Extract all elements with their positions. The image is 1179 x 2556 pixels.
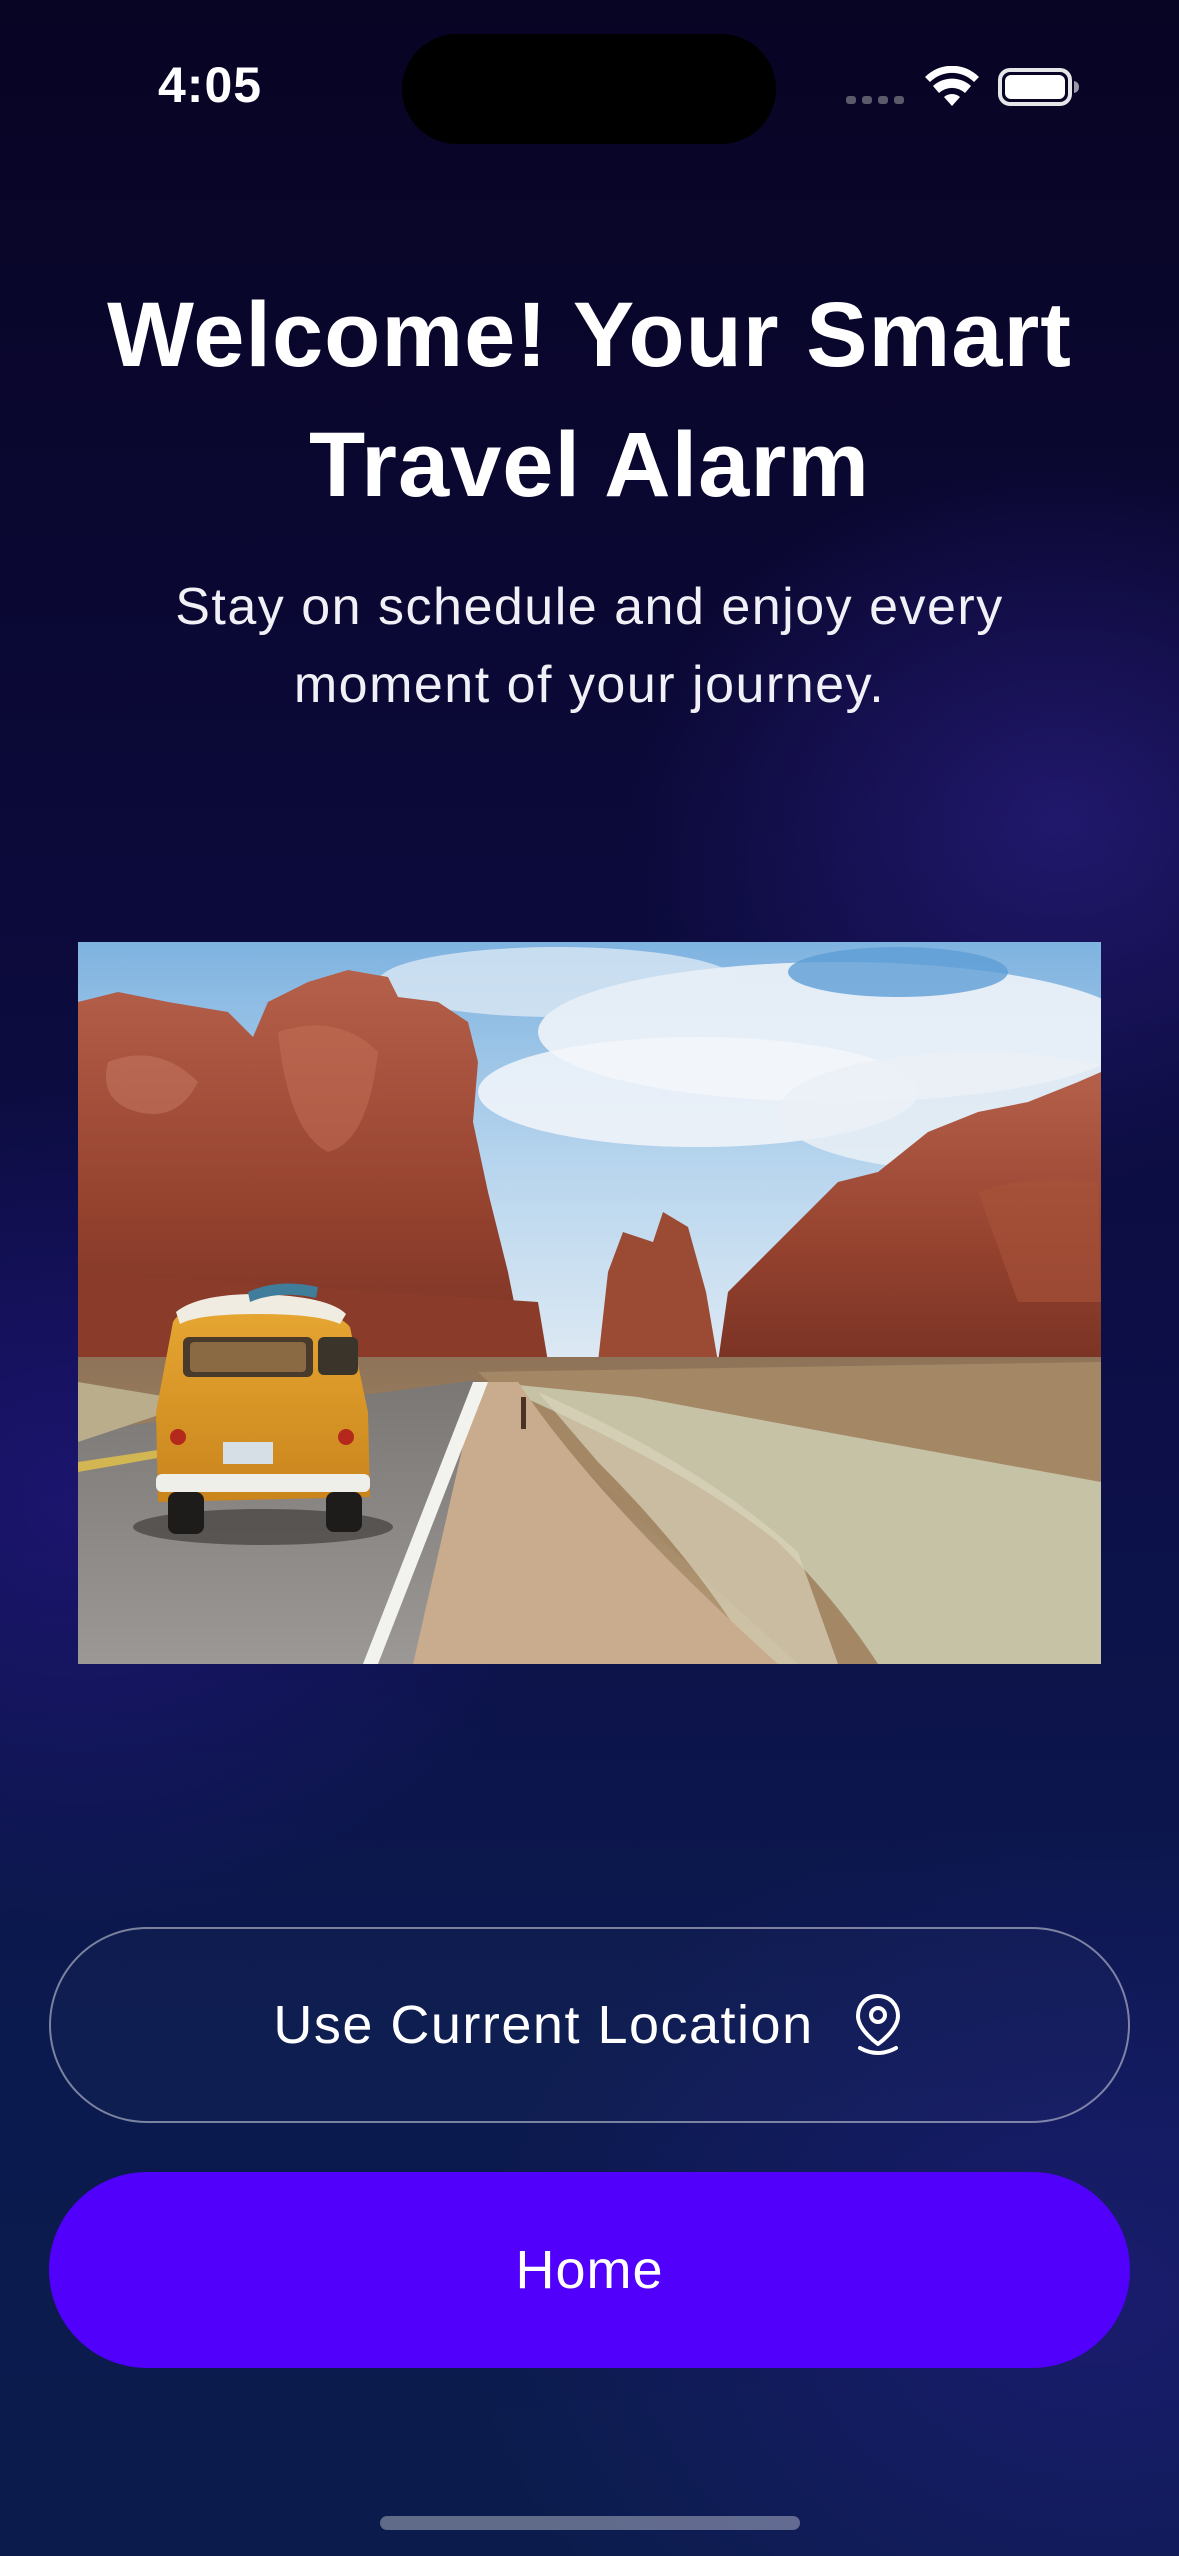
travel-photo bbox=[78, 942, 1101, 1664]
status-time: 4:05 bbox=[158, 57, 263, 113]
home-button[interactable]: Home bbox=[49, 2172, 1130, 2368]
battery-icon bbox=[998, 68, 1079, 106]
status-bar: 4:05 bbox=[0, 0, 1179, 170]
use-current-location-button[interactable]: Use Current Location bbox=[49, 1927, 1130, 2123]
dynamic-island bbox=[402, 34, 776, 144]
page-subtitle: Stay on schedule and enjoy every moment … bbox=[175, 578, 1004, 714]
wifi-icon bbox=[925, 66, 979, 106]
hero-image bbox=[78, 942, 1101, 1664]
cellular-signal-icon bbox=[846, 96, 906, 106]
use-current-location-label: Use Current Location bbox=[273, 1995, 814, 2055]
screen: 4:05 Welcome! Your Smart Travel Alarm St… bbox=[0, 0, 1179, 2556]
home-indicator[interactable] bbox=[380, 2516, 800, 2530]
page-title: Welcome! Your Smart Travel Alarm bbox=[107, 284, 1072, 516]
location-pin-icon bbox=[855, 1994, 900, 2055]
home-button-label: Home bbox=[515, 2240, 664, 2300]
